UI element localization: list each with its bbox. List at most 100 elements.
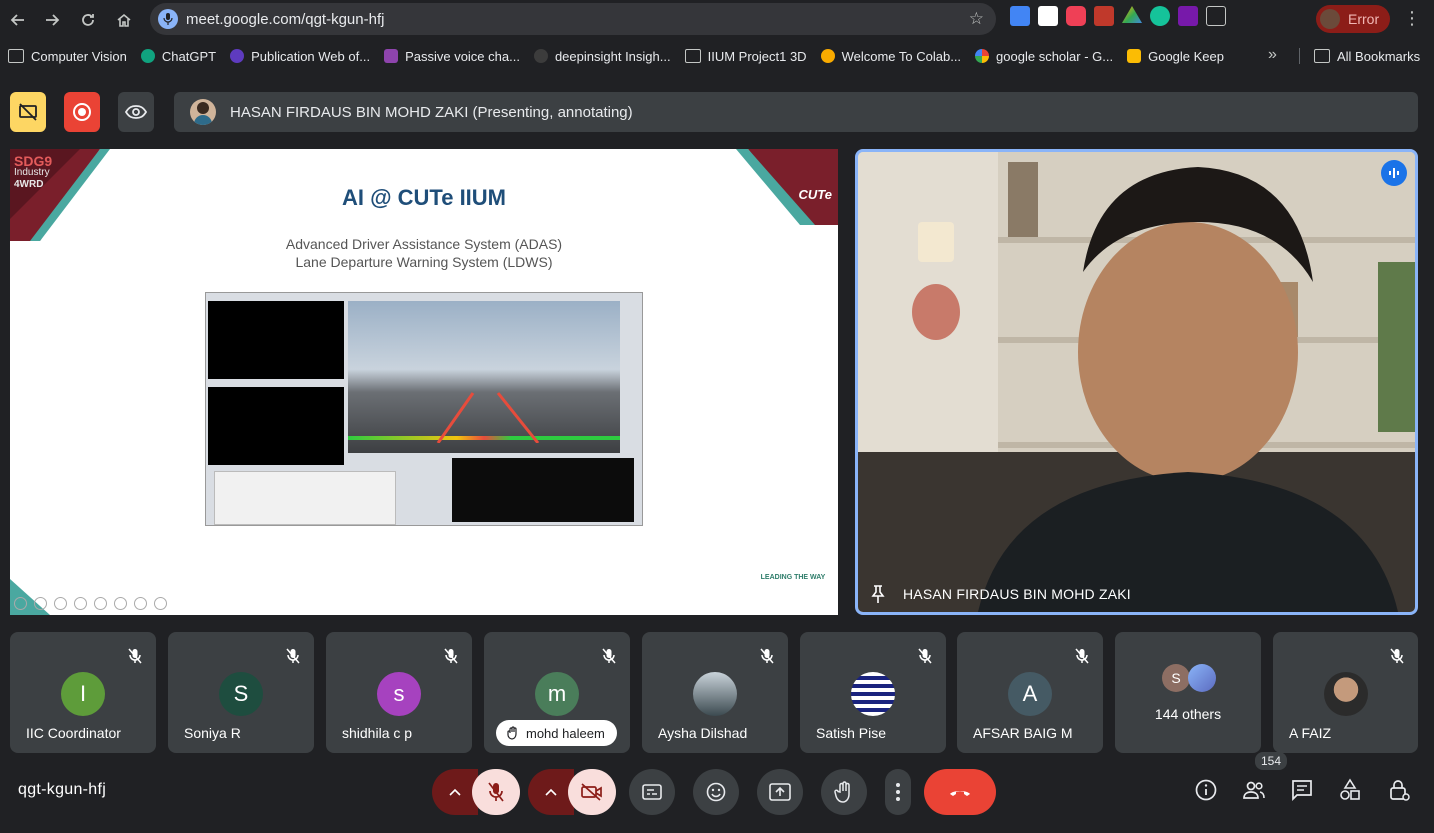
participant-photo: [851, 672, 895, 716]
mic-off-icon: [1075, 648, 1089, 664]
chatgpt-favicon-icon: [140, 49, 155, 63]
participant-name: Soniya R: [184, 725, 241, 741]
stop-presenting-button[interactable]: [10, 92, 46, 132]
participant-tile[interactable]: A AFSAR BAIG M: [957, 632, 1103, 753]
camera-off-icon: [581, 783, 602, 801]
raised-hand-name-pill: mohd haleem: [496, 720, 617, 746]
home-icon[interactable]: [106, 2, 142, 38]
microphone-toggle-button[interactable]: [472, 769, 520, 815]
more-vert-icon: [896, 783, 900, 801]
browser-menu-icon[interactable]: ⋮: [1403, 8, 1421, 29]
slide-tool-icon[interactable]: [34, 597, 47, 610]
mic-off-icon: [760, 648, 774, 664]
participant-tile[interactable]: s shidhila c p: [326, 632, 472, 753]
more-options-button[interactable]: [885, 769, 911, 815]
present-screen-icon: [769, 783, 791, 801]
all-bookmarks-button[interactable]: All Bookmarks: [1314, 42, 1420, 70]
camera-toggle-button[interactable]: [568, 769, 616, 815]
slide-tool-icon[interactable]: [54, 597, 67, 610]
mendeley-extension-icon[interactable]: [1094, 6, 1114, 26]
activities-icon[interactable]: [1338, 778, 1362, 802]
speaker-video-tile[interactable]: HASAN FIRDAUS BIN MOHD ZAKI: [855, 149, 1418, 615]
grammarly-extension-icon[interactable]: [1150, 6, 1170, 26]
microphone-icon[interactable]: [158, 9, 178, 29]
view-button[interactable]: [118, 92, 154, 132]
participant-name: mohd haleem: [526, 725, 605, 741]
speaking-indicator-icon: [1381, 160, 1407, 186]
raise-hand-button[interactable]: [821, 769, 867, 815]
bookmark-item[interactable]: Welcome To Colab...: [820, 49, 961, 64]
reactions-button[interactable]: [693, 769, 739, 815]
host-controls-lock-icon[interactable]: [1387, 778, 1411, 802]
puzzle-extensions-icon[interactable]: [1206, 6, 1226, 26]
slide-caption-icon[interactable]: [134, 597, 147, 610]
slide-tool-icon[interactable]: [114, 597, 127, 610]
presenter-label: HASAN FIRDAUS BIN MOHD ZAKI (Presenting,…: [230, 103, 633, 121]
bookmark-star-icon[interactable]: ☆: [969, 9, 984, 29]
profile-error-button[interactable]: Error: [1316, 5, 1390, 33]
participant-avatar: A: [1008, 672, 1052, 716]
recording-button[interactable]: [64, 92, 100, 132]
bookmark-item[interactable]: ChatGPT: [140, 49, 216, 64]
leading-the-way-logo: LEADING THE WAY: [760, 574, 826, 581]
emoji-icon: [706, 782, 726, 802]
bookmark-folder[interactable]: Computer Vision: [8, 49, 127, 64]
folder-icon: [684, 49, 701, 63]
bookmark-item[interactable]: Google Keep: [1127, 49, 1224, 64]
bookmark-item[interactable]: deepinsight Insigh...: [533, 49, 671, 64]
participant-tile[interactable]: m mohd haleem: [484, 632, 630, 753]
google-favicon-icon: [975, 49, 990, 63]
bookmark-item[interactable]: Passive voice cha...: [384, 49, 520, 64]
more-bookmarks-icon[interactable]: »: [1268, 46, 1277, 64]
mic-off-icon: [918, 648, 932, 664]
participant-tile[interactable]: Satish Pise: [800, 632, 946, 753]
raised-hand-icon: [507, 726, 517, 740]
others-avatar-s: S: [1162, 664, 1190, 692]
docs-extension-icon[interactable]: [1010, 6, 1030, 26]
meet-window: HASAN FIRDAUS BIN MOHD ZAKI (Presenting,…: [0, 76, 1434, 833]
drive-extension-icon[interactable]: [1122, 6, 1142, 23]
address-bar[interactable]: meet.google.com/qgt-kgun-hfj ☆: [150, 3, 996, 35]
slide-zoom-icon[interactable]: [94, 597, 107, 610]
bookmark-folder[interactable]: IIUM Project1 3D: [684, 49, 807, 64]
pin-icon[interactable]: [868, 584, 888, 604]
present-screen-button[interactable]: [757, 769, 803, 815]
slide-prev-icon[interactable]: [14, 597, 27, 610]
participant-photo: [693, 672, 737, 716]
people-icon[interactable]: [1242, 778, 1266, 802]
participant-name: Aysha Dilshad: [658, 725, 748, 741]
slide-more-icon[interactable]: [154, 597, 167, 610]
mic-off-icon: [488, 782, 504, 802]
participant-tile[interactable]: A FAIZ: [1273, 632, 1418, 753]
captions-button[interactable]: [629, 769, 675, 815]
others-tile[interactable]: S 144 others: [1115, 632, 1261, 753]
chevron-up-icon: [545, 788, 557, 796]
participant-avatar: s: [377, 672, 421, 716]
back-icon[interactable]: [0, 2, 36, 38]
bookmark-item[interactable]: google scholar - G...: [975, 49, 1113, 64]
pocket-extension-icon[interactable]: [1066, 6, 1086, 26]
chevron-up-icon: [449, 788, 461, 796]
participant-tile[interactable]: Aysha Dilshad: [642, 632, 788, 753]
others-count-label: 144 others: [1154, 706, 1222, 722]
forward-icon[interactable]: [34, 2, 70, 38]
chat-icon[interactable]: [1290, 778, 1314, 802]
participant-tile[interactable]: S Soniya R: [168, 632, 314, 753]
bookmark-item[interactable]: Publication Web of...: [230, 49, 370, 64]
leave-call-button[interactable]: [924, 769, 996, 815]
participant-tile[interactable]: I IIC Coordinator: [10, 632, 156, 753]
participant-name: Satish Pise: [816, 725, 887, 741]
slide-tool-icon[interactable]: [74, 597, 87, 610]
bookmarks-divider: [1299, 48, 1300, 64]
onenote-extension-icon[interactable]: [1178, 6, 1198, 26]
others-avatar-photo: [1188, 664, 1216, 692]
no-present-icon: [19, 103, 37, 121]
play-extension-icon[interactable]: [1038, 6, 1058, 26]
reload-icon[interactable]: [70, 2, 106, 38]
meeting-info-icon[interactable]: [1194, 778, 1218, 802]
mic-off-icon: [1390, 648, 1404, 664]
participant-name: IIC Coordinator: [26, 725, 121, 741]
url-text: meet.google.com/qgt-kgun-hfj: [186, 10, 385, 28]
mic-off-icon: [286, 648, 300, 664]
record-icon: [73, 103, 91, 121]
